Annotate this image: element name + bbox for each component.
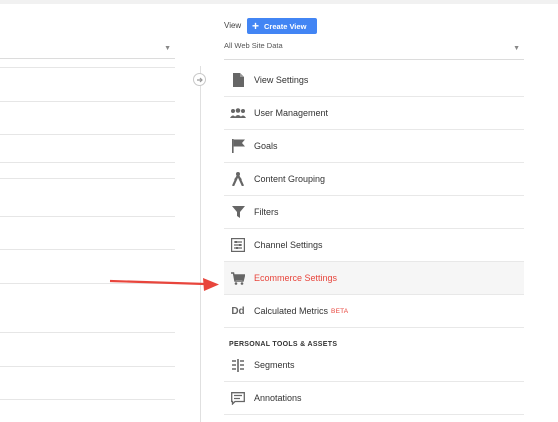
annotation-arrow xyxy=(109,278,219,291)
